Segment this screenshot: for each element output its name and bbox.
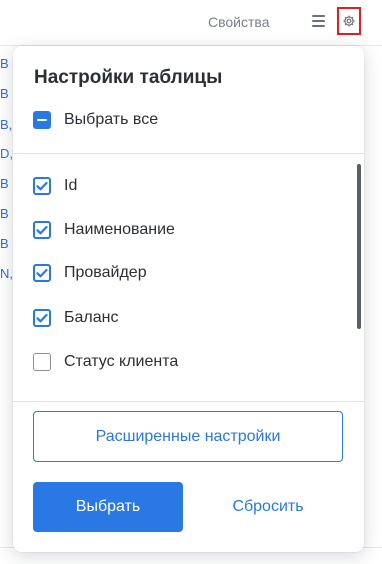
page-header: Свойства (0, 0, 382, 46)
table-cell[interactable]: B (0, 56, 9, 71)
hamburger-icon[interactable] (312, 15, 325, 28)
select-button[interactable]: Выбрать (33, 482, 183, 532)
column-option-name[interactable]: Наименование (33, 221, 175, 239)
column-option-balance[interactable]: Баланс (33, 309, 118, 327)
table-cell[interactable]: B (0, 86, 9, 101)
table-cell[interactable]: N, (0, 266, 13, 281)
select-all-checkbox[interactable]: Выбрать все (33, 111, 158, 129)
indeterminate-checkbox-icon[interactable] (33, 111, 51, 129)
popup-title: Настройки таблицы (34, 67, 223, 88)
gear-icon (343, 15, 355, 27)
column-label: Статус клиента (64, 353, 179, 370)
table-cell[interactable]: B (0, 236, 9, 251)
column-option-client-status[interactable]: Статус клиента (33, 353, 178, 371)
column-option-provider[interactable]: Провайдер (33, 264, 147, 282)
reset-button[interactable]: Сбросить (203, 482, 333, 532)
checkbox-checked-icon[interactable] (33, 177, 51, 195)
table-cell[interactable]: D, (0, 146, 13, 161)
checkbox-checked-icon[interactable] (33, 309, 51, 327)
column-label: Баланс (64, 309, 119, 326)
table-settings-button[interactable] (337, 7, 361, 35)
column-label: Id (64, 177, 78, 194)
checkbox-checked-icon[interactable] (33, 264, 51, 282)
table-cell[interactable]: B (0, 206, 9, 221)
checkbox-checked-icon[interactable] (33, 221, 51, 239)
advanced-settings-button[interactable]: Расширенные настройки (33, 411, 343, 462)
column-list[interactable]: Id Наименование Провайдер Баланс Статус … (13, 154, 364, 400)
divider (13, 401, 364, 402)
table-cell[interactable]: B (0, 176, 9, 191)
column-option-id[interactable]: Id (33, 177, 77, 195)
list-scrollbar[interactable] (357, 164, 361, 329)
properties-link[interactable]: Свойства (208, 14, 269, 30)
select-all-label: Выбрать все (64, 111, 159, 128)
column-label: Наименование (64, 221, 175, 238)
checkbox-unchecked-icon[interactable] (33, 353, 51, 371)
column-label: Провайдер (64, 264, 147, 281)
table-cell[interactable]: B, (0, 117, 12, 132)
table-settings-popup: Настройки таблицы Выбрать все Id Наимено… (13, 46, 364, 552)
